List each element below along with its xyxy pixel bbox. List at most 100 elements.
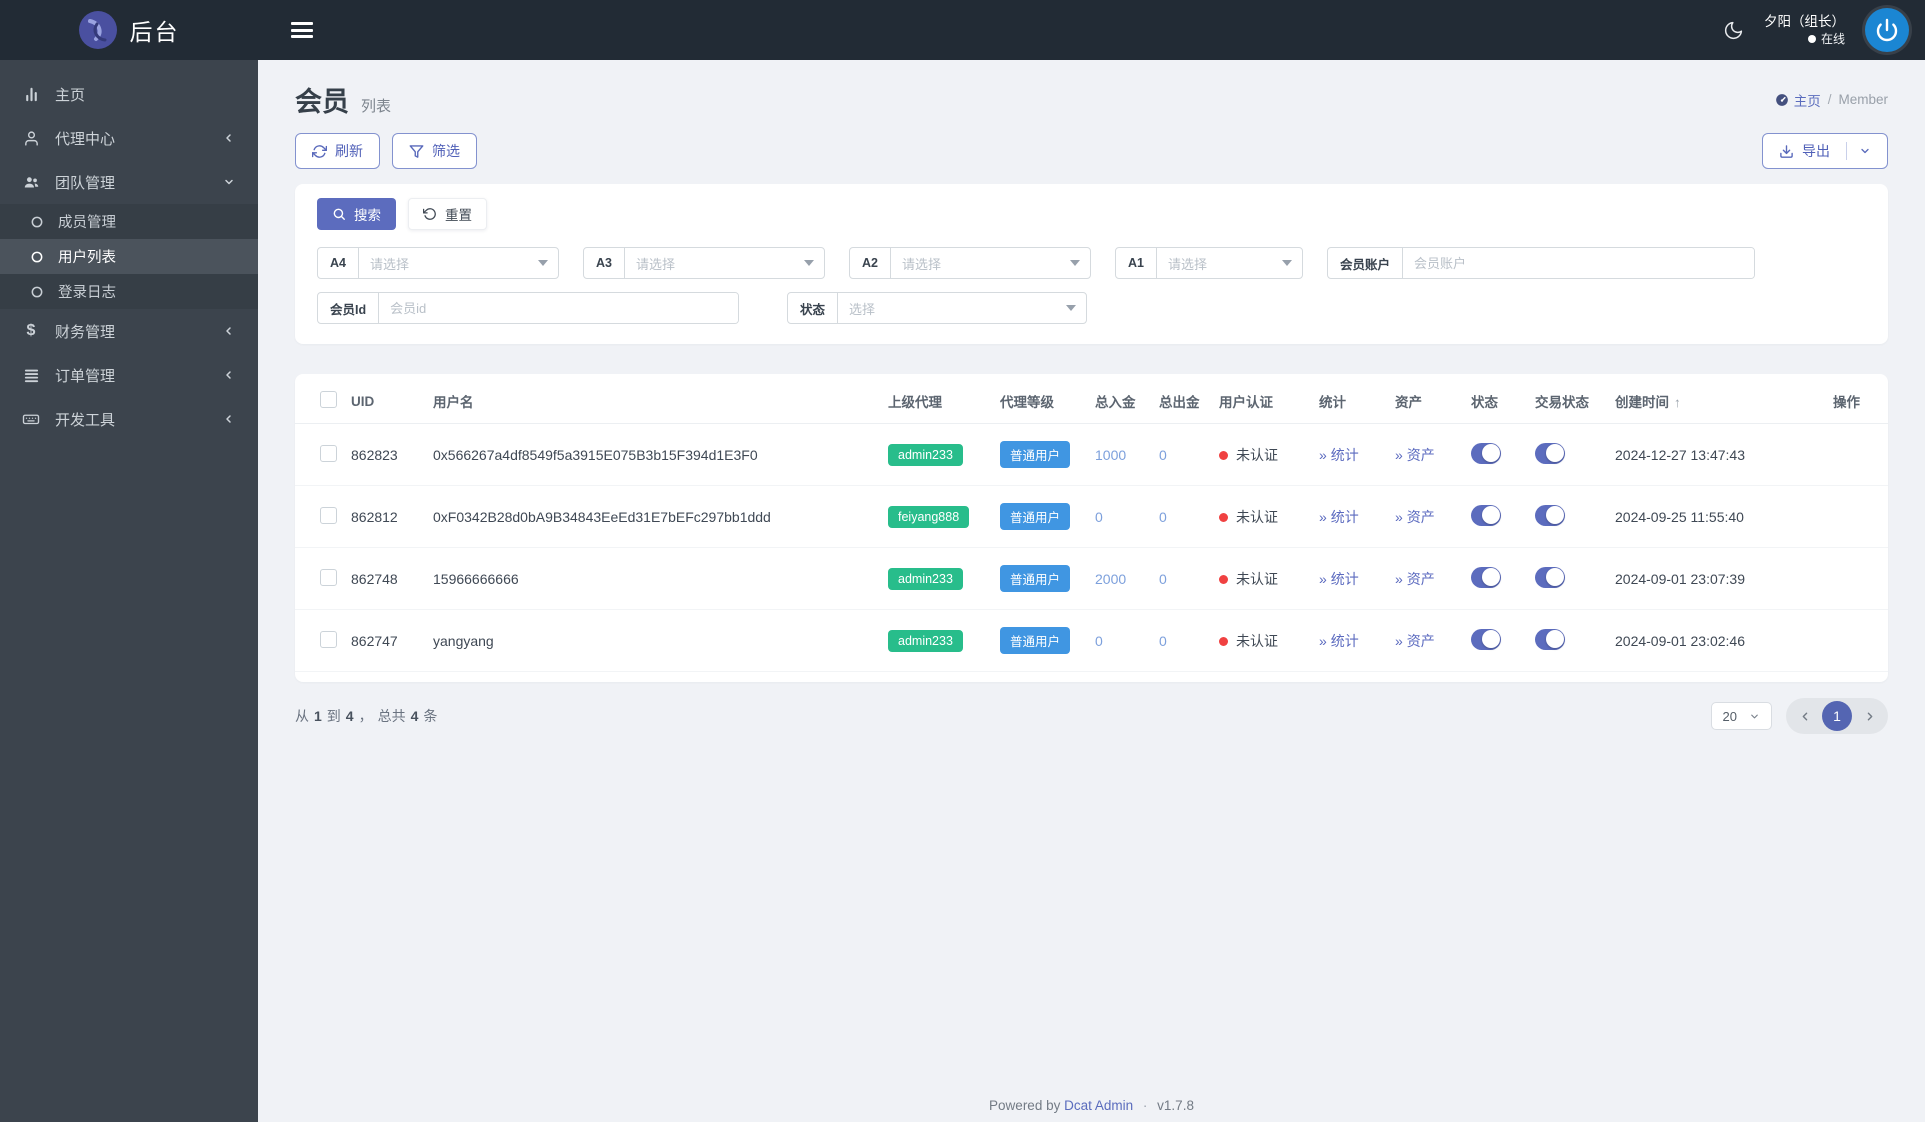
- breadcrumb-home-link[interactable]: 主页: [1775, 90, 1821, 110]
- search-button[interactable]: 搜索: [317, 198, 396, 230]
- avatar[interactable]: [1865, 8, 1909, 52]
- filter-select-a2[interactable]: A2 请选择: [849, 247, 1091, 279]
- row-checkbox[interactable]: [320, 630, 337, 648]
- status-toggle[interactable]: [1471, 504, 1501, 526]
- stats-link[interactable]: » 统计: [1319, 571, 1359, 587]
- assets-link[interactable]: » 资产: [1395, 447, 1435, 463]
- total-withdraw-link[interactable]: 0: [1159, 447, 1167, 463]
- status-toggle[interactable]: [1471, 566, 1501, 588]
- total-deposit-link[interactable]: 2000: [1095, 571, 1126, 587]
- export-button[interactable]: 导出: [1762, 133, 1888, 169]
- user-status-label: 在线: [1820, 32, 1845, 47]
- list-icon: [22, 367, 40, 384]
- col-parent-agent: 上级代理: [880, 378, 992, 424]
- member-account-input[interactable]: [1403, 248, 1754, 278]
- cell-operations: [1797, 547, 1888, 610]
- sidebar-item-login-log[interactable]: 登录日志: [0, 274, 258, 309]
- filter-select-a1[interactable]: A1 请选择: [1115, 247, 1303, 279]
- sidebar-item-dev-tools[interactable]: 开发工具: [0, 397, 258, 441]
- row-checkbox[interactable]: [320, 568, 337, 586]
- unverified-dot-icon: [1219, 512, 1228, 522]
- row-checkbox[interactable]: [320, 444, 337, 462]
- prev-page-button[interactable]: [1793, 701, 1817, 731]
- filter-select-a3[interactable]: A3 请选择: [583, 247, 825, 279]
- cell-operations: [1797, 609, 1888, 672]
- page-size-select[interactable]: 20: [1710, 702, 1772, 730]
- button-divider: [1846, 142, 1847, 160]
- refresh-button[interactable]: 刷新: [295, 133, 380, 169]
- reset-button[interactable]: 重置: [408, 198, 487, 230]
- cell-uid: 862812: [343, 485, 425, 548]
- bar-chart-icon: [22, 86, 40, 103]
- select-caret-icon: [528, 248, 558, 278]
- col-total-withdraw: 总出金: [1151, 378, 1211, 424]
- current-page-button[interactable]: 1: [1822, 701, 1852, 731]
- table-row: 862747 yangyang admin233 普通用户 0 0 未认证 » 统…: [295, 609, 1888, 672]
- version-label: v1.7.8: [1157, 1098, 1194, 1113]
- col-operations: 操作: [1797, 378, 1888, 424]
- assets-link[interactable]: » 资产: [1395, 571, 1435, 587]
- stats-link[interactable]: » 统计: [1319, 633, 1359, 649]
- total-deposit-link[interactable]: 1000: [1095, 447, 1126, 463]
- double-arrow-icon: »: [1319, 508, 1327, 525]
- assets-link[interactable]: » 资产: [1395, 509, 1435, 525]
- filter-button[interactable]: 筛选: [392, 133, 477, 169]
- trade-status-toggle[interactable]: [1535, 504, 1565, 526]
- total-withdraw-link[interactable]: 0: [1159, 571, 1167, 587]
- auth-status-label: 未认证: [1236, 570, 1278, 587]
- agent-level-badge: 普通用户: [1000, 627, 1071, 654]
- filter-select-a4[interactable]: A4 请选择: [317, 247, 559, 279]
- total-deposit-link[interactable]: 0: [1095, 633, 1103, 649]
- stats-link[interactable]: » 统计: [1319, 509, 1359, 525]
- power-icon: [1875, 18, 1899, 42]
- dcat-admin-link[interactable]: Dcat Admin: [1064, 1098, 1133, 1113]
- sidebar-item-agent-center[interactable]: 代理中心: [0, 116, 258, 160]
- circle-icon: [30, 215, 44, 229]
- member-id-input[interactable]: [379, 293, 738, 323]
- sidebar-item-member-management[interactable]: 成员管理: [0, 204, 258, 239]
- total-withdraw-link[interactable]: 0: [1159, 509, 1167, 525]
- status-select[interactable]: 状态 选择: [787, 292, 1087, 324]
- total-deposit-link[interactable]: 0: [1095, 509, 1103, 525]
- col-created-time[interactable]: 创建时间 ↑: [1607, 378, 1797, 424]
- footer: Powered by Dcat Admin · v1.7.8: [989, 1098, 1194, 1113]
- sidebar-item-user-list[interactable]: 用户列表: [0, 239, 258, 274]
- dark-mode-moon-icon[interactable]: [1723, 20, 1744, 41]
- stats-link[interactable]: » 统计: [1319, 447, 1359, 463]
- chevron-down-icon: [1749, 711, 1760, 722]
- next-page-button[interactable]: [1857, 701, 1881, 731]
- sort-asc-icon: ↑: [1674, 395, 1681, 410]
- sidebar-item-label: 团队管理: [55, 174, 116, 192]
- trade-status-toggle[interactable]: [1535, 566, 1565, 588]
- select-caret-icon: [1060, 248, 1090, 278]
- pager: 1: [1786, 698, 1888, 734]
- table-row: 862823 0x566267a4df8549f5a3915E075B3b15F…: [295, 423, 1888, 486]
- unverified-dot-icon: [1219, 574, 1228, 584]
- brand-logo[interactable]: 后台: [0, 0, 258, 60]
- status-toggle[interactable]: [1471, 442, 1501, 464]
- undo-icon: [423, 207, 437, 221]
- status-toggle[interactable]: [1471, 628, 1501, 650]
- sidebar-item-home[interactable]: 主页: [0, 72, 258, 116]
- chevron-left-icon: [220, 132, 238, 144]
- parent-agent-badge: admin233: [888, 443, 963, 466]
- assets-link[interactable]: » 资产: [1395, 633, 1435, 649]
- page-subtitle: 列表: [361, 98, 392, 115]
- col-assets: 资产: [1387, 378, 1463, 424]
- chevron-left-icon: [220, 325, 238, 337]
- col-username: 用户名: [425, 378, 880, 424]
- row-checkbox[interactable]: [320, 506, 337, 524]
- col-uid: UID: [343, 378, 425, 424]
- menu-toggle-button[interactable]: [291, 22, 313, 38]
- trade-status-toggle[interactable]: [1535, 442, 1565, 464]
- app-title: 后台: [129, 19, 180, 45]
- select-all-checkbox[interactable]: [320, 391, 337, 408]
- sidebar-item-finance-management[interactable]: $ 财务管理: [0, 309, 258, 353]
- sidebar-item-order-management[interactable]: 订单管理: [0, 353, 258, 397]
- user-menu[interactable]: 夕阳（组长） 在线: [1764, 13, 1845, 47]
- trade-status-toggle[interactable]: [1535, 628, 1565, 650]
- cell-created-time: 2024-12-27 13:47:43: [1607, 423, 1797, 486]
- total-withdraw-link[interactable]: 0: [1159, 633, 1167, 649]
- sidebar-item-team-management[interactable]: 团队管理: [0, 160, 258, 204]
- col-agent-level: 代理等级: [992, 378, 1087, 424]
